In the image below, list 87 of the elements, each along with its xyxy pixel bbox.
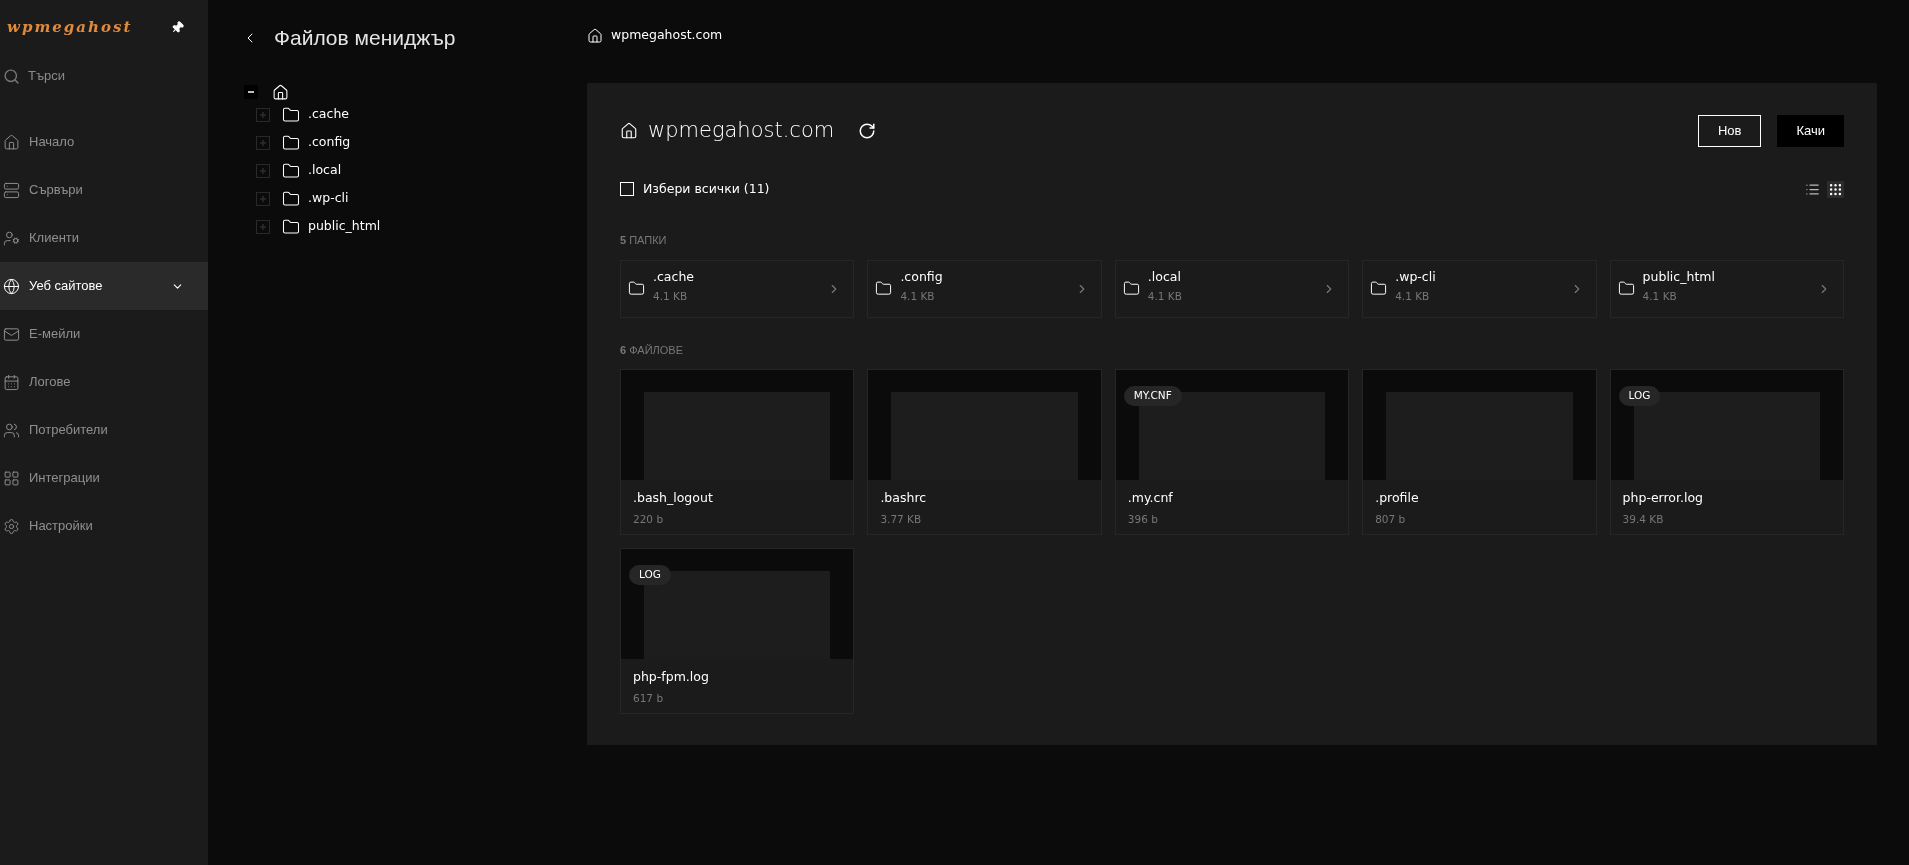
folder-icon: [282, 105, 300, 124]
folder-card[interactable]: .local 4.1 KB: [1114, 259, 1350, 318]
folder-icon: [628, 280, 645, 297]
tree-item[interactable]: .config: [308, 133, 351, 152]
folder-name: .config: [900, 268, 944, 287]
file-size: 220 b: [633, 511, 665, 527]
grid-view-icon[interactable]: [1827, 180, 1844, 198]
home-icon: [3, 133, 20, 151]
file-card[interactable]: .profile 807 b: [1362, 369, 1597, 535]
mail-icon: [3, 325, 20, 343]
folder-icon: [875, 280, 893, 297]
folder-card[interactable]: .cache 4.1 KB: [620, 259, 855, 318]
folder-icon: [282, 133, 300, 152]
file-name: .bash_logout: [633, 489, 714, 507]
tree-item[interactable]: .wp-cli: [308, 189, 349, 208]
folder-name: .wp-cli: [1395, 268, 1437, 287]
checkbox[interactable]: [620, 182, 634, 196]
folder-card[interactable]: .config 4.1 KB: [867, 259, 1102, 318]
folder-card[interactable]: public_html 4.1 KB: [1609, 259, 1844, 318]
nav-item[interactable]: Логове: [0, 358, 208, 406]
folder-icon: [282, 217, 300, 236]
file-name: .bashrc: [880, 489, 928, 507]
nav-item[interactable]: Настройки: [0, 502, 208, 550]
folder-icon: [1122, 280, 1140, 297]
folder-size: 4.1 KB: [900, 289, 936, 304]
file-name: php-fpm.log: [633, 668, 710, 686]
nav-item[interactable]: Потребители: [0, 406, 208, 454]
file-card[interactable]: MY.CNF .my.cnf 396 b: [1114, 369, 1350, 535]
file-name: .my.cnf: [1127, 489, 1174, 507]
nav-item[interactable]: Начало: [0, 118, 208, 166]
file-card[interactable]: .bashrc 3.77 KB: [867, 369, 1102, 535]
upload-button[interactable]: Качи: [1777, 115, 1844, 147]
settings-icon: [3, 517, 20, 535]
file-card[interactable]: .bash_logout 220 b: [620, 369, 855, 535]
folder-icon: [282, 189, 300, 208]
file-size: 396 b: [1127, 511, 1159, 527]
file-size: 39.4 KB: [1622, 511, 1665, 527]
tree-item[interactable]: .cache: [308, 105, 349, 124]
folder-title: wpmegahost.com: [648, 117, 835, 145]
users-icon: [3, 421, 20, 439]
file-type-badge: LOG: [1618, 386, 1661, 406]
file-name: .profile: [1375, 489, 1420, 507]
refresh-icon[interactable]: [858, 122, 877, 140]
tree-item[interactable]: public_html: [308, 217, 381, 236]
section-heading: 6 ФАЙЛОВЕ: [620, 342, 684, 358]
collapse-icon[interactable]: [244, 85, 258, 99]
search-icon: [3, 67, 20, 85]
tree-item[interactable]: .local: [308, 161, 342, 180]
server-icon: [3, 181, 20, 199]
folder-size: 4.1 KB: [653, 289, 689, 304]
home-icon[interactable]: [587, 27, 603, 44]
globe-icon: [3, 277, 20, 295]
nav-item[interactable]: Е-мейли: [0, 310, 208, 358]
section-heading: 5 ПАПКИ: [620, 233, 668, 248]
file-size: 3.77 KB: [880, 511, 923, 527]
folder-size: 4.1 KB: [1642, 289, 1678, 304]
search-field[interactable]: Търси: [28, 66, 178, 86]
file-type-badge: LOG: [629, 565, 671, 585]
folder-card[interactable]: .wp-cli 4.1 KB: [1362, 259, 1597, 318]
logo[interactable]: wpmegahost: [7, 15, 133, 39]
file-card[interactable]: LOG php-fpm.log 617 b: [620, 548, 855, 714]
nav-item[interactable]: Уеб сайтове: [0, 262, 208, 310]
calendar-icon: [3, 373, 20, 391]
user-gear-icon: [3, 229, 20, 247]
apps-icon: [3, 469, 20, 487]
folder-icon: [1617, 280, 1635, 297]
folder-icon: [1370, 280, 1388, 297]
nav-item[interactable]: Клиенти: [0, 214, 208, 262]
file-card[interactable]: LOG php-error.log 39.4 KB: [1609, 369, 1844, 535]
folder-name: .cache: [653, 268, 695, 287]
folder-name: .local: [1147, 268, 1182, 287]
nav-item[interactable]: Интеграции: [0, 454, 208, 502]
select-all-label[interactable]: Избери всички (11): [643, 179, 770, 199]
home-icon[interactable]: [272, 83, 289, 101]
folder-name: public_html: [1642, 268, 1716, 287]
file-size: 807 b: [1375, 511, 1407, 527]
nav-item[interactable]: Сървъри: [0, 166, 208, 214]
folder-icon: [282, 161, 300, 180]
folder-size: 4.1 KB: [1395, 289, 1431, 304]
page-title: Файлов мениджър: [274, 25, 456, 51]
new-button[interactable]: Нов: [1697, 115, 1762, 147]
folder-size: 4.1 KB: [1147, 289, 1183, 304]
breadcrumb[interactable]: wpmegahost.com: [611, 26, 723, 45]
file-name: php-error.log: [1622, 489, 1705, 507]
file-type-badge: MY.CNF: [1123, 386, 1182, 406]
file-size: 617 b: [633, 690, 665, 706]
home-icon[interactable]: [620, 122, 638, 140]
